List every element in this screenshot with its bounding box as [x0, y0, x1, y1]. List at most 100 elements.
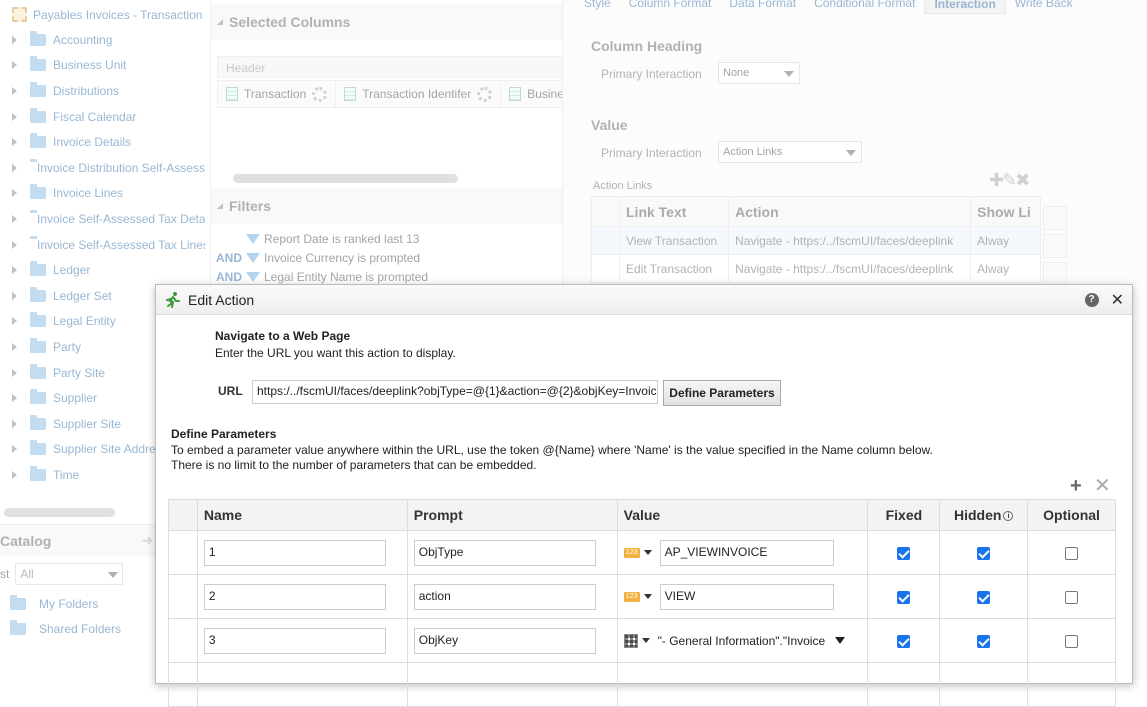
fixed-checkbox[interactable] [897, 590, 911, 604]
add-parameter-icon[interactable]: + [1070, 475, 1082, 498]
hidden-checkbox[interactable] [977, 590, 991, 604]
url-input[interactable]: https:/../fscmUI/faces/deeplink?objType=… [252, 380, 658, 404]
chevron-down-icon[interactable] [835, 637, 846, 644]
expand-arrow-icon[interactable] [12, 214, 17, 223]
heading-primary-interaction-select[interactable]: None [718, 62, 800, 84]
tab-interaction[interactable]: Interaction [924, 0, 1006, 14]
folder-item[interactable]: Accounting [0, 27, 205, 53]
delete-parameter-icon[interactable]: ✕ [1094, 473, 1111, 498]
name-input[interactable]: 2 [203, 583, 386, 610]
hidden-checkbox[interactable] [977, 546, 991, 560]
selected-column-chip[interactable]: Transaction [218, 81, 337, 107]
folder-item[interactable]: Invoice Lines [0, 181, 205, 207]
expand-arrow-icon[interactable] [12, 240, 17, 249]
tab-conditional-format[interactable]: Conditional Format [805, 0, 924, 14]
gear-icon[interactable] [477, 86, 493, 102]
edit-icon[interactable]: ✎ [1002, 170, 1017, 190]
value-type-icon[interactable]: 123 [623, 547, 640, 558]
tab-data-format[interactable]: Data Format [720, 0, 805, 14]
expand-arrow-icon[interactable] [12, 112, 17, 121]
expand-arrow-icon[interactable] [12, 35, 17, 44]
chevron-down-icon[interactable] [643, 550, 652, 555]
column-value-icon[interactable] [623, 633, 638, 648]
action-link-row[interactable]: View Transaction Navigate - https:/../fsc… [591, 226, 1041, 255]
row-selector[interactable] [168, 662, 198, 707]
filter-item[interactable]: AND Legal Entity Name is prompted [216, 270, 428, 284]
value-primary-interaction-select[interactable]: Action Links [718, 141, 862, 163]
gear-icon[interactable] [312, 86, 328, 102]
value-input[interactable]: AP_VIEWINVOICE [659, 539, 834, 566]
prompt-input[interactable]: ObjKey [413, 627, 596, 654]
row-selector[interactable] [591, 254, 620, 283]
prompt-input[interactable]: ObjType [413, 539, 596, 566]
expand-arrow-icon[interactable] [12, 470, 17, 479]
move-down-button[interactable] [1043, 262, 1067, 286]
expand-arrow-icon[interactable] [12, 394, 17, 403]
horizontal-scrollbar[interactable] [4, 508, 115, 517]
go-arrow-icon[interactable]: ➜ [142, 532, 154, 549]
folder-item[interactable]: Ledger [0, 257, 205, 283]
add-icon[interactable]: ✚ [989, 170, 1004, 190]
optional-checkbox[interactable] [1065, 634, 1079, 648]
folder-item[interactable]: Invoice Distribution Self-Assessed Tax D… [0, 155, 205, 181]
folder-item[interactable]: Distributions [0, 78, 205, 104]
tab-column-format[interactable]: Column Format [620, 0, 721, 14]
expand-arrow-icon[interactable] [12, 61, 17, 70]
delete-icon[interactable]: ✖ [1015, 170, 1030, 190]
filter-item[interactable]: AND Invoice Currency is prompted [216, 251, 420, 265]
expand-arrow-icon[interactable] [12, 266, 17, 275]
folder-item[interactable]: Invoice Self-Assessed Tax Details [0, 206, 205, 232]
horizontal-scrollbar[interactable] [233, 174, 458, 183]
expand-arrow-icon[interactable] [12, 445, 17, 454]
optional-checkbox[interactable] [1065, 590, 1079, 604]
filter-operator[interactable]: AND [216, 251, 242, 265]
row-selector[interactable] [168, 618, 198, 663]
filter-item[interactable]: Report Date is ranked last 13 [216, 232, 419, 246]
folder-item[interactable]: Invoice Details [0, 129, 205, 155]
chevron-down-icon[interactable] [641, 638, 650, 643]
expand-arrow-icon[interactable] [12, 419, 17, 428]
expand-arrow-icon[interactable] [12, 86, 17, 95]
selected-columns-header[interactable]: Selected Columns [211, 4, 571, 40]
row-selector[interactable] [168, 574, 198, 619]
expand-arrow-icon[interactable] [12, 368, 17, 377]
action-link-row[interactable]: Edit Transaction Navigate - https:/../fsc… [591, 254, 1041, 283]
close-icon[interactable]: ✕ [1111, 290, 1124, 310]
fixed-checkbox[interactable] [897, 546, 911, 560]
folder-item[interactable]: Invoice Self-Assessed Tax Lines [0, 232, 205, 258]
selected-column-chip[interactable]: Transaction Identifer [336, 81, 502, 107]
expand-arrow-icon[interactable] [12, 163, 17, 172]
expand-arrow-icon[interactable] [12, 138, 17, 147]
expand-arrow-icon[interactable] [12, 291, 17, 300]
filter-operator[interactable]: AND [216, 270, 242, 284]
row-selector[interactable] [168, 530, 198, 575]
define-parameters-button[interactable]: Define Parameters [663, 380, 781, 406]
shared-folders-item[interactable]: Shared Folders [10, 620, 121, 636]
chevron-down-icon[interactable] [643, 594, 652, 599]
help-icon[interactable]: ? [1084, 292, 1099, 307]
expand-arrow-icon[interactable] [12, 342, 17, 351]
folder-item[interactable]: Business Unit [0, 53, 205, 79]
tab-write-back[interactable]: Write Back [1006, 0, 1082, 14]
subject-area-title[interactable]: Payables Invoices - Transaction [12, 7, 202, 22]
name-input[interactable]: 1 [203, 539, 386, 566]
expand-arrow-icon[interactable] [12, 189, 17, 198]
my-folders-item[interactable]: My Folders [10, 595, 98, 611]
value-input[interactable]: VIEW [659, 583, 834, 610]
move-up-button[interactable] [1043, 234, 1067, 258]
expand-arrow-icon[interactable] [12, 317, 17, 326]
name-input[interactable]: 3 [203, 627, 386, 654]
value-type-icon[interactable]: 123 [623, 591, 640, 602]
folder-item[interactable]: Fiscal Calendar [0, 104, 205, 130]
catalog-list-select[interactable]: All [15, 563, 124, 585]
value-column-text[interactable]: "- General Information"."Invoice [658, 634, 826, 648]
info-icon[interactable]: i [1003, 511, 1014, 522]
tab-style[interactable]: Style [575, 0, 620, 14]
filters-header[interactable]: Filters [211, 188, 571, 224]
hidden-checkbox[interactable] [977, 634, 991, 648]
fixed-checkbox[interactable] [897, 634, 911, 648]
prompt-input[interactable]: action [413, 583, 596, 610]
optional-checkbox[interactable] [1065, 546, 1079, 560]
row-selector[interactable] [591, 226, 620, 255]
move-top-button[interactable] [1043, 206, 1067, 230]
